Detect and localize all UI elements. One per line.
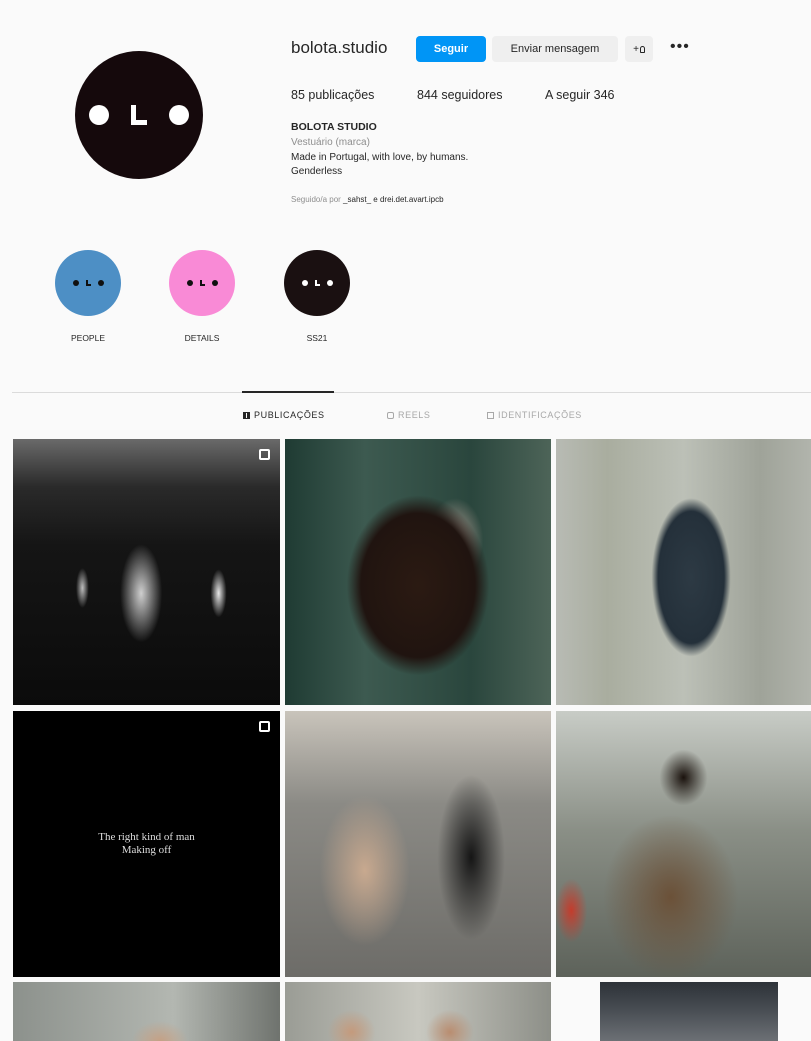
profile-username: bolota.studio bbox=[291, 38, 388, 57]
active-tab-indicator bbox=[242, 391, 334, 393]
logo-letter-l bbox=[199, 280, 205, 286]
tabs-divider bbox=[12, 392, 811, 393]
highlight-details[interactable] bbox=[169, 250, 235, 316]
logo-letter-l bbox=[131, 105, 147, 125]
followers-count[interactable]: 844 seguidores bbox=[417, 88, 502, 102]
tab-tagged[interactable]: IDENTIFICAÇÕES bbox=[487, 410, 582, 420]
add-person-icon: + bbox=[633, 43, 639, 55]
post-backstage-2[interactable] bbox=[556, 711, 811, 977]
highlight-ss21-cover bbox=[284, 250, 350, 316]
post-row3-3[interactable] bbox=[600, 982, 778, 1041]
bio-category: Vestuário (marca) bbox=[291, 137, 370, 148]
profile-avatar[interactable] bbox=[75, 51, 203, 179]
follow-button[interactable]: Seguir bbox=[416, 36, 486, 62]
tab-posts[interactable]: PUBLICAÇÕES bbox=[243, 410, 325, 420]
tab-reels[interactable]: REELS bbox=[387, 410, 431, 420]
logo-letter-l: .hl1 .l::before,.hl1 .l::after{backgroun… bbox=[85, 280, 91, 286]
bio-name: BOLOTA STUDIO bbox=[291, 121, 377, 133]
post-text-line-2: Making off bbox=[121, 844, 172, 856]
tab-posts-label: PUBLICAÇÕES bbox=[254, 410, 325, 420]
posts-count: 85 publicações bbox=[291, 88, 375, 102]
logo-dot-left bbox=[89, 105, 109, 125]
post-row3-2[interactable] bbox=[285, 982, 551, 1041]
post-row3-1[interactable] bbox=[13, 982, 280, 1041]
suggested-accounts-button[interactable]: + bbox=[625, 36, 653, 62]
logo-dot-left bbox=[301, 280, 308, 286]
logo-dot-right bbox=[97, 280, 104, 286]
logo-dot-right bbox=[326, 280, 333, 286]
highlight-people-cover: .hl1 .l::before,.hl1 .l::after{backgroun… bbox=[55, 250, 121, 316]
person-icon bbox=[639, 45, 645, 53]
send-message-button[interactable]: Enviar mensagem bbox=[492, 36, 618, 62]
logo-letter-l bbox=[314, 280, 320, 286]
highlight-ss21[interactable] bbox=[284, 250, 350, 316]
bio-line-2: Genderless bbox=[291, 166, 343, 177]
highlight-label-people: PEOPLE bbox=[70, 333, 106, 343]
post-backstage-1[interactable] bbox=[285, 711, 551, 977]
post-sequin-top[interactable] bbox=[556, 439, 811, 705]
highlight-details-cover bbox=[169, 250, 235, 316]
bio-line-1: Made in Portugal, with love, by humans. bbox=[291, 152, 469, 163]
grid-icon bbox=[243, 411, 250, 419]
following-count[interactable]: A seguir 346 bbox=[545, 88, 615, 102]
post-text-line-1: The right kind of man bbox=[98, 831, 195, 844]
post-text: The right kind of man Making off bbox=[13, 831, 280, 856]
followed-by-names[interactable]: _sahst_ e drei.det.avart.ipcb bbox=[343, 195, 444, 204]
reel-icon bbox=[259, 721, 270, 732]
highlight-people[interactable]: .hl1 .l::before,.hl1 .l::after{backgroun… bbox=[55, 250, 121, 316]
reels-icon bbox=[387, 411, 394, 419]
followed-by[interactable]: Seguido/a por _sahst_ e drei.det.avart.i… bbox=[291, 195, 444, 204]
more-options-button[interactable]: ••• bbox=[670, 38, 690, 56]
logo-dot-left bbox=[72, 280, 79, 286]
logo-dot-right bbox=[211, 280, 218, 286]
tab-reels-label: REELS bbox=[398, 410, 431, 420]
highlight-label-details: DETAILS bbox=[184, 333, 220, 343]
tab-tagged-label: IDENTIFICAÇÕES bbox=[498, 410, 582, 420]
post-text-video[interactable]: The right kind of man Making off bbox=[13, 711, 280, 977]
followed-by-prefix: Seguido/a por bbox=[291, 195, 344, 204]
tag-icon bbox=[487, 411, 494, 419]
highlight-label-ss21: SS21 bbox=[306, 333, 328, 343]
carousel-icon bbox=[259, 449, 270, 460]
post-corridor[interactable] bbox=[13, 439, 280, 705]
logo-dot-right bbox=[169, 105, 189, 125]
logo-dot-left bbox=[186, 280, 193, 286]
post-portrait-nails[interactable] bbox=[285, 439, 551, 705]
